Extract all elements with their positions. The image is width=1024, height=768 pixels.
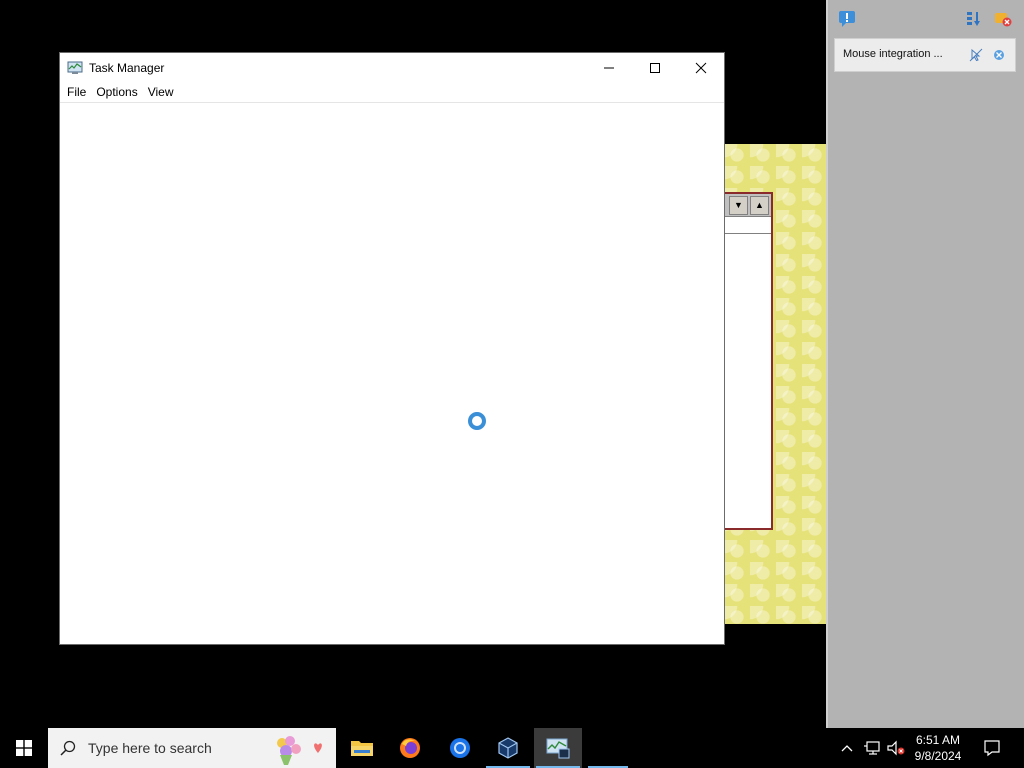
menu-view[interactable]: View <box>143 83 179 102</box>
background-window[interactable]: ▼ ▲ <box>724 192 773 530</box>
task-manager-window[interactable]: Task Manager File Options View <box>60 53 724 644</box>
search-box[interactable]: Type here to search <box>48 728 336 768</box>
notification-text: Mouse integration ... <box>843 48 943 60</box>
minimize-button[interactable] <box>586 53 632 83</box>
taskbar-chrome[interactable] <box>436 728 484 768</box>
folder-icon <box>351 741 373 756</box>
windows-logo-icon <box>16 740 32 756</box>
virtualbox-icon <box>498 737 518 759</box>
firefox-icon <box>400 738 420 758</box>
taskbar-file-explorer[interactable] <box>338 728 386 768</box>
clear-notifications-icon[interactable] <box>994 11 1012 27</box>
show-hidden-icons-button[interactable] <box>838 728 856 768</box>
taskbar-task-manager[interactable] <box>534 728 582 768</box>
notification-center-icon <box>984 740 1000 757</box>
sort-icon[interactable] <box>966 11 982 27</box>
menu-options[interactable]: Options <box>91 83 142 102</box>
loading-spinner-icon <box>468 412 486 430</box>
start-button[interactable] <box>0 728 48 768</box>
minimize-icon <box>604 67 614 69</box>
background-window-toolbar: ▼ ▲ <box>724 194 771 217</box>
search-highlight-icon <box>277 736 322 765</box>
mouse-integration-icon[interactable] <box>969 48 983 62</box>
clock-time: 6:51 AM <box>915 733 961 747</box>
notification-icon[interactable] <box>838 10 856 28</box>
task-manager-icon <box>67 61 83 74</box>
close-button[interactable] <box>678 53 724 83</box>
action-center-button[interactable] <box>978 728 1006 768</box>
maximize-icon <box>650 63 660 73</box>
chevron-up-icon <box>841 745 853 752</box>
dismiss-icon[interactable] <box>992 48 1006 62</box>
scroll-up-button[interactable]: ▲ <box>750 195 769 215</box>
search-placeholder: Type here to search <box>88 740 212 756</box>
menu-bar: File Options View <box>60 83 724 103</box>
clock-date: 9/8/2024 <box>914 749 962 763</box>
taskbar: Type here to search 6:51 AM 9/8/2024 <box>0 728 1024 768</box>
title-bar[interactable]: Task Manager <box>60 53 724 83</box>
taskbar-firefox[interactable] <box>386 728 434 768</box>
task-manager-icon <box>546 738 570 759</box>
network-icon <box>864 741 880 755</box>
chrome-icon <box>450 738 470 758</box>
taskbar-virtualbox[interactable] <box>484 728 532 768</box>
side-panel-toolbar <box>828 0 1024 38</box>
side-panel: Mouse integration ... <box>826 0 1024 728</box>
clock[interactable]: 6:51 AM 9/8/2024 <box>905 732 971 764</box>
menu-file[interactable]: File <box>62 83 91 102</box>
speaker-muted-icon <box>887 740 905 756</box>
search-icon <box>60 740 76 756</box>
divider <box>724 233 771 234</box>
network-tray-button[interactable] <box>860 728 884 768</box>
window-title: Task Manager <box>89 61 165 75</box>
maximize-button[interactable] <box>632 53 678 83</box>
dropdown-arrow-button[interactable]: ▼ <box>729 195 748 215</box>
close-icon <box>695 62 707 74</box>
notification-card[interactable]: Mouse integration ... <box>834 38 1016 72</box>
